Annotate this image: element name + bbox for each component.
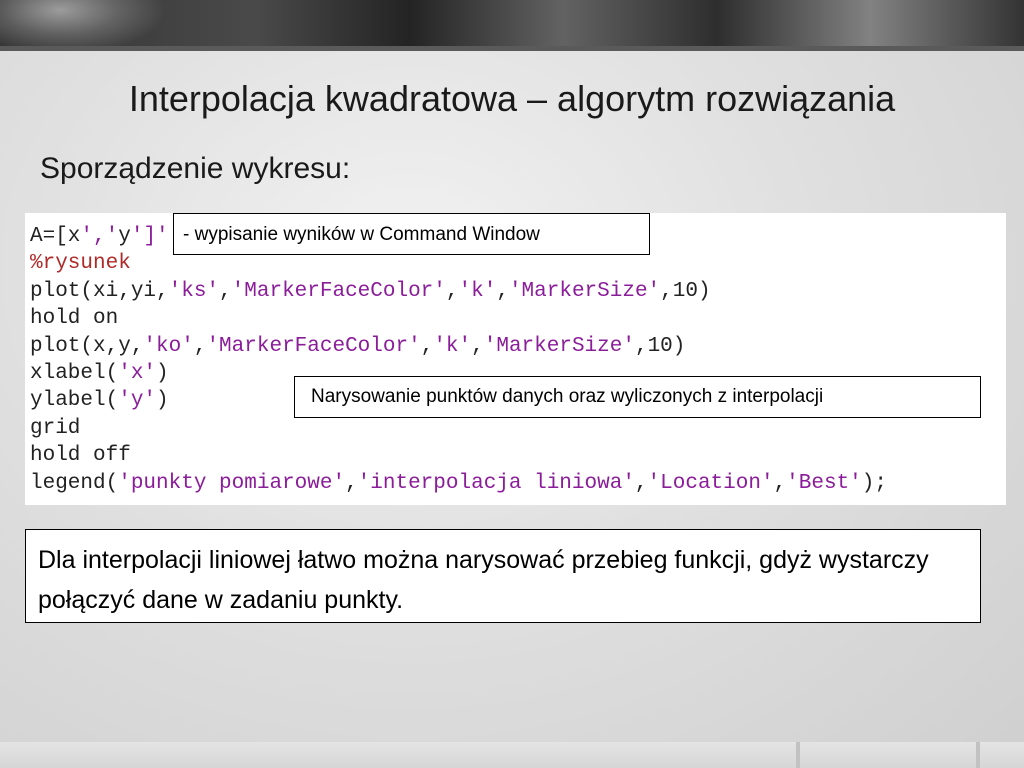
callout-command-window: - wypisanie wyników w Command Window bbox=[173, 213, 650, 255]
code-string-token: 'k' bbox=[433, 334, 472, 358]
code-string-token: 'Location' bbox=[647, 471, 774, 495]
code-string-token: 'punkty pomiarowe' bbox=[118, 471, 346, 495]
code-line: hold off bbox=[30, 442, 887, 469]
code-string-token: 'MarkerSize' bbox=[508, 279, 661, 303]
code-string-token: 'x' bbox=[118, 362, 157, 386]
code-token: , bbox=[496, 279, 509, 303]
code-string-token: 'ko' bbox=[143, 334, 194, 358]
code-token: , bbox=[445, 279, 459, 303]
code-token: hold on bbox=[30, 307, 119, 331]
code-token: plot(x,y, bbox=[30, 334, 144, 358]
code-token: , bbox=[219, 279, 232, 303]
code-token: grid bbox=[30, 416, 81, 440]
code-token: , bbox=[345, 471, 358, 495]
code-token: ,10) bbox=[660, 279, 711, 303]
code-line: legend('punkty pomiarowe','interpolacja … bbox=[30, 470, 887, 497]
code-token: xlabel( bbox=[30, 362, 119, 386]
code-comment-token: %rysunek bbox=[30, 252, 131, 276]
code-token: , bbox=[471, 334, 484, 358]
slide-subtitle: Sporządzenie wykresu: bbox=[40, 152, 351, 185]
code-line: plot(x,y,'ko','MarkerFaceColor','k','Mar… bbox=[30, 333, 887, 360]
code-token: , bbox=[193, 334, 207, 358]
code-token: plot(xi,yi, bbox=[30, 279, 169, 303]
code-string-token: 'ks' bbox=[168, 279, 220, 303]
code-token: ); bbox=[861, 471, 888, 495]
footer-separator bbox=[976, 742, 980, 768]
code-string-token: 'interpolacja liniowa' bbox=[357, 471, 635, 495]
code-token: ,10) bbox=[634, 334, 686, 358]
slide-title: Interpolacja kwadratowa – algorytm rozwi… bbox=[128, 78, 896, 119]
header-divider bbox=[0, 46, 1024, 51]
code-string-token: 'y' bbox=[118, 389, 157, 413]
code-string-token: ',' bbox=[80, 225, 119, 248]
code-token: , bbox=[634, 471, 648, 495]
matlab-code-block: A=[x','y']' %rysunek plot(xi,yi,'ks','Mark… bbox=[30, 223, 887, 497]
code-token: , bbox=[773, 471, 787, 495]
code-token: y bbox=[118, 225, 131, 248]
footer-bar bbox=[0, 742, 1024, 768]
code-panel: A=[x','y']' %rysunek plot(xi,yi,'ks','Mark… bbox=[25, 213, 1006, 505]
header-banner-image bbox=[0, 0, 1024, 46]
callout-plot-points: Narysowanie punktów danych oraz wyliczon… bbox=[294, 376, 981, 418]
code-token: hold off bbox=[30, 444, 131, 468]
code-token: ylabel( bbox=[30, 389, 119, 413]
explanation-note: Dla interpolacji liniowej łatwo można na… bbox=[25, 529, 981, 623]
code-string-token: 'MarkerSize' bbox=[483, 334, 635, 358]
footer-separator bbox=[796, 742, 800, 768]
code-string-token: 'k' bbox=[458, 279, 497, 303]
code-string-token: 'MarkerFaceColor' bbox=[206, 334, 421, 358]
code-string-token: 'Best' bbox=[786, 471, 862, 495]
code-token: , bbox=[420, 334, 434, 358]
code-token: ) bbox=[156, 389, 169, 413]
code-token: A=[x bbox=[30, 225, 81, 248]
code-line: grid bbox=[30, 415, 887, 442]
code-token: ) bbox=[156, 362, 169, 386]
code-string-token: ']' bbox=[130, 225, 169, 248]
code-token: legend( bbox=[30, 471, 119, 495]
code-line: hold on bbox=[30, 305, 887, 332]
code-line: plot(xi,yi,'ks','MarkerFaceColor','k','M… bbox=[30, 278, 887, 305]
code-string-token: 'MarkerFaceColor' bbox=[231, 279, 446, 303]
